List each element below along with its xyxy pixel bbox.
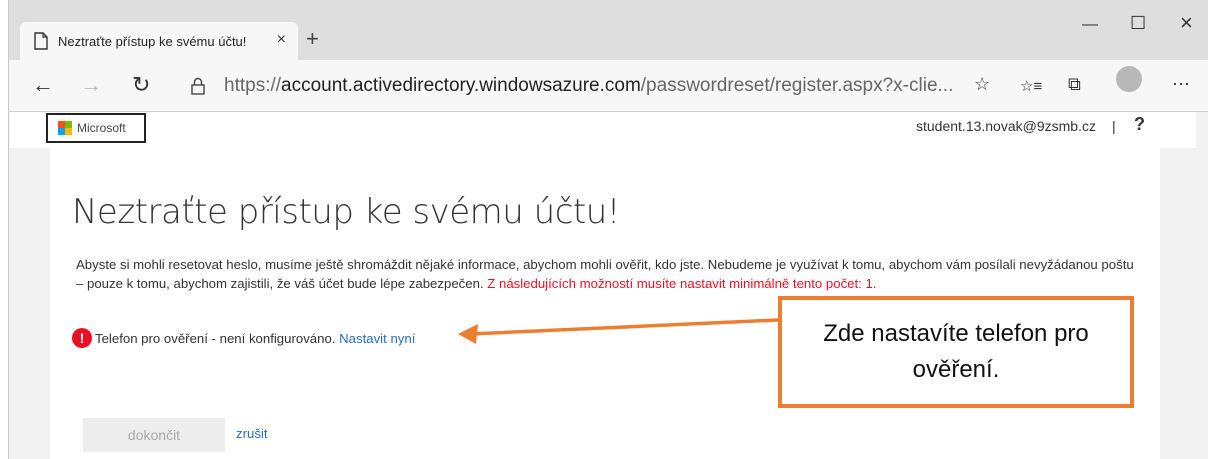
phone-verification-row: ! Telefon pro ověření - není konfigurová… — [72, 328, 415, 348]
url-text: https://account.activedirectory.windowsa… — [224, 75, 953, 97]
logo-text: Microsoft — [77, 121, 126, 135]
favorites-icon[interactable]: ☆≡ — [1020, 77, 1042, 95]
forward-button[interactable]: → — [80, 72, 102, 98]
address-bar[interactable]: https://account.activedirectory.windowsa… — [180, 68, 980, 104]
setup-now-link[interactable]: Nastavit nyní — [339, 331, 415, 346]
new-tab-button[interactable]: + — [306, 26, 319, 52]
tab-close-icon[interactable]: × — [277, 31, 286, 49]
help-icon[interactable]: ? — [1134, 114, 1145, 135]
annotation-callout: Zde nastavíte telefon pro ověření. — [778, 296, 1134, 408]
url-prefix: https:// — [224, 75, 282, 96]
requirement-text: Z následujících možností musíte nastavit… — [487, 276, 877, 291]
browser-titlebar: Neztraťte přístup ke svému účtu! × + — ☐… — [0, 0, 1208, 68]
phone-status: Telefon pro ověření - není konfigurováno… — [95, 330, 336, 346]
page-title: Neztraťte přístup ke svému účtu! — [72, 192, 620, 232]
tab-title: Neztraťte přístup ke svému účtu! — [58, 33, 247, 49]
maximize-button[interactable]: ☐ — [1130, 13, 1146, 34]
page-header: Microsoft student.13.novak@9zsmb.cz | ? — [10, 112, 1196, 148]
window-close-button[interactable]: × — [1180, 10, 1193, 36]
collections-icon[interactable]: ⧉ — [1068, 74, 1081, 95]
microsoft-logo: Microsoft — [46, 113, 146, 143]
warning-icon: ! — [72, 328, 92, 348]
user-email[interactable]: student.13.novak@9zsmb.cz — [916, 118, 1096, 134]
refresh-button[interactable]: ↻ — [132, 72, 150, 98]
microsoft-logo-icon — [58, 121, 72, 135]
window-left-edge — [0, 0, 9, 459]
back-button[interactable]: ← — [32, 72, 54, 98]
url-host: account.activedirectory.windowsazure.com — [281, 75, 641, 96]
description: Abyste si mohli resetovat heslo, musíme … — [76, 255, 1136, 293]
minimize-button[interactable]: — — [1082, 16, 1098, 34]
cancel-link[interactable]: zrušit — [236, 426, 268, 441]
finish-button[interactable]: dokončit — [83, 418, 225, 452]
browser-tab[interactable]: Neztraťte přístup ke svému účtu! × — [20, 22, 298, 60]
header-separator: | — [1112, 118, 1116, 134]
browser-toolbar: ← → ↻ https://account.activedirectory.wi… — [0, 60, 1208, 112]
more-icon[interactable]: ⋯ — [1172, 74, 1190, 95]
star-icon[interactable]: ☆ — [974, 74, 990, 95]
profile-avatar[interactable] — [1116, 66, 1142, 92]
lock-icon — [191, 77, 205, 95]
url-path: /passwordreset/register.aspx?x-clie... — [640, 75, 954, 96]
page-icon — [34, 32, 48, 50]
